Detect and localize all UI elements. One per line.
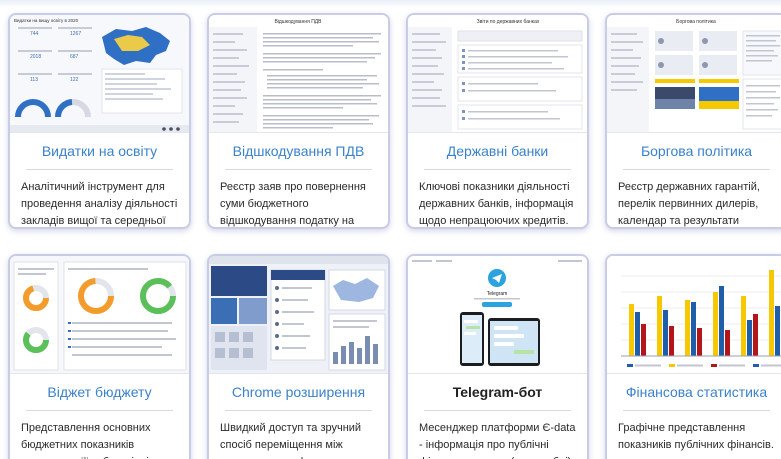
card-title[interactable]: Telegram-бот	[408, 374, 587, 410]
svg-text:113: 113	[30, 77, 38, 83]
card-debt-policy[interactable]: Боргова політика Боргова політика Реєстр…	[605, 13, 781, 229]
card-title[interactable]: Віджет бюджету	[10, 374, 189, 410]
svg-text:744: 744	[30, 31, 39, 37]
card-title[interactable]: Відшкодування ПДВ	[209, 133, 388, 169]
card-telegram-bot[interactable]: Telegram Telegram-бот Месенджер платформ…	[406, 254, 589, 459]
card-title[interactable]: Chrome розширення	[209, 374, 388, 410]
preview-heading: Видатки на вищу освіту в 2020	[14, 18, 79, 23]
card-title[interactable]: Державні банки	[408, 133, 587, 169]
card-financial-statistics[interactable]: Фінансова статистика Графічне представле…	[605, 254, 781, 459]
vat-preview-image: Відшкодування ПДВ	[209, 15, 388, 133]
preview-heading: Боргова політика	[676, 19, 716, 25]
card-chrome-extension[interactable]: Chrome розширення Швидкий доступ та зруч…	[207, 254, 390, 459]
preview-heading: Звіти по державних банках	[477, 19, 540, 25]
card-state-banks[interactable]: Звіти по державних банках Державні банки…	[406, 13, 589, 229]
card-title[interactable]: Видатки на освіту	[10, 133, 189, 169]
stats-preview-image	[607, 256, 781, 374]
education-preview-image: Видатки на вищу освіту в 2020 744 1267 2…	[10, 15, 189, 133]
card-description: Представлення основних бюджетних показни…	[21, 422, 152, 459]
banks-preview-image: Звіти по державних банках	[408, 15, 587, 133]
card-title[interactable]: Фінансова статистика	[607, 374, 781, 410]
telegram-preview-image: Telegram	[408, 256, 587, 374]
chrome-preview-image	[209, 256, 388, 374]
card-description: Швидкий доступ та зручний спосіб переміщ…	[220, 422, 362, 459]
svg-text:1267: 1267	[70, 31, 81, 37]
telegram-app-name: Telegram	[487, 291, 508, 297]
preview-heading: Відшкодування ПДВ	[274, 19, 322, 25]
card-description: Графічне представлення показників публіч…	[618, 422, 774, 451]
svg-text:687: 687	[70, 54, 79, 60]
card-description: Ключові показники діяльності державних б…	[419, 181, 574, 227]
card-description: Реєстр державних гарантій, перелік перви…	[618, 181, 760, 227]
card-title[interactable]: Боргова політика	[607, 133, 781, 169]
card-description: Реєстр заяв про повернення суми бюджетно…	[220, 181, 366, 227]
card-budget-widget[interactable]: Віджет бюджету Представлення основних бю…	[8, 254, 191, 459]
svg-text:122: 122	[70, 77, 79, 83]
widget-preview-image	[10, 256, 189, 374]
svg-text:2018: 2018	[30, 54, 41, 60]
card-vat-refund[interactable]: Відшкодування ПДВ Відшкодування ПДВ Реєс…	[207, 13, 390, 229]
card-description: Месенджер платформи Є-data - інформація …	[419, 422, 576, 459]
card-education-spending[interactable]: Видатки на вищу освіту в 2020 744 1267 2…	[8, 13, 191, 229]
debt-preview-image: Боргова політика	[607, 15, 781, 133]
card-description: Аналітичний інструмент для проведення ан…	[21, 181, 178, 227]
top-shadow	[0, 0, 781, 8]
